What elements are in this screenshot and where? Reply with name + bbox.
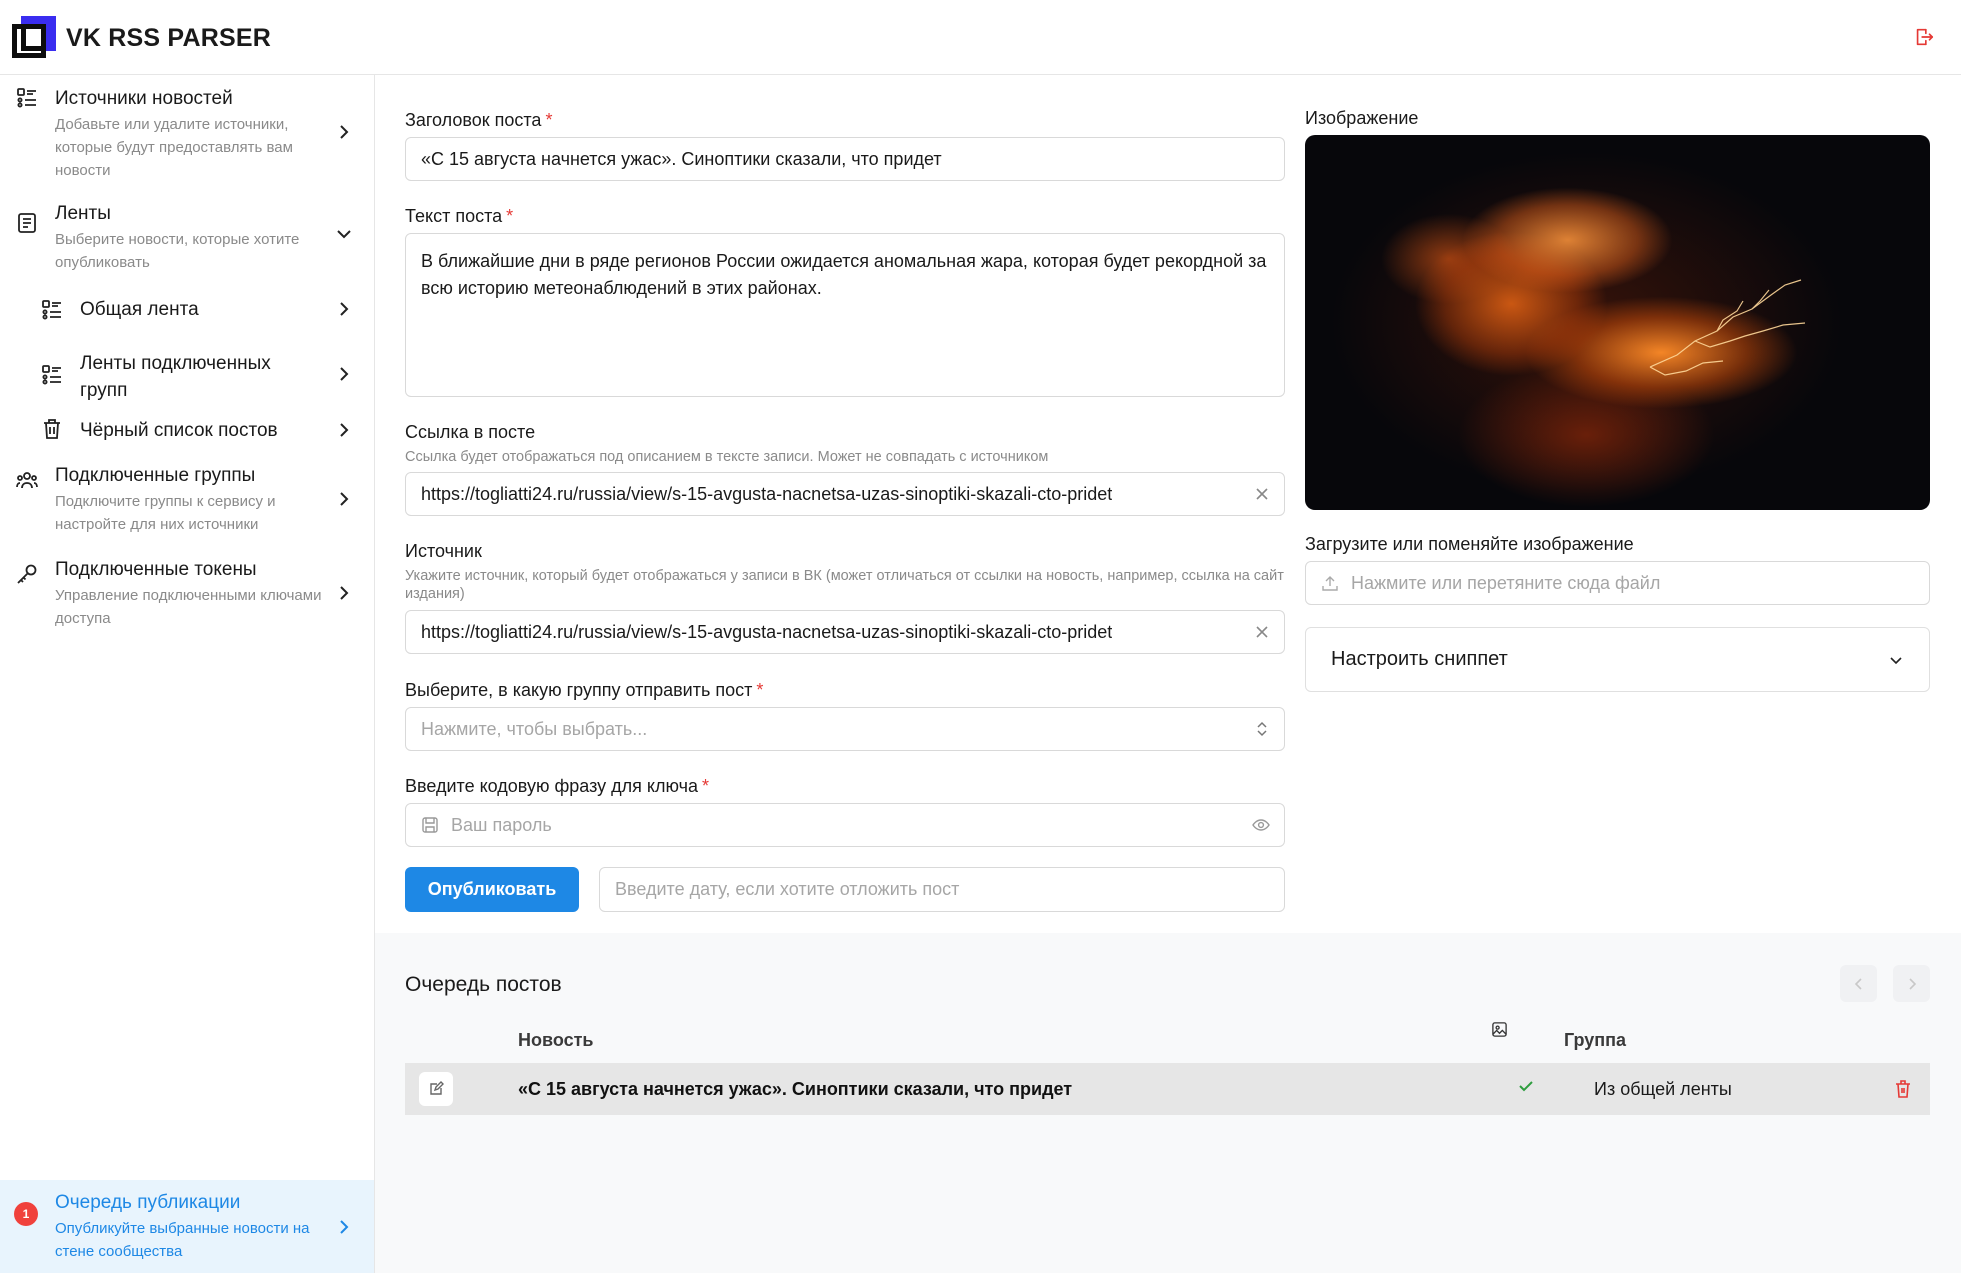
snippet-settings-accordion[interactable]: Настроить сниппет: [1305, 627, 1930, 692]
chevron-right-icon: [340, 125, 349, 139]
publish-button[interactable]: Опубликовать: [405, 867, 579, 912]
sidebar-item-desc: Управление подключенными ключами доступа: [55, 587, 322, 627]
sidebar-item-title: Подключенные токены: [55, 559, 257, 580]
link-input[interactable]: https://togliatti24.ru/russia/view/s-15-…: [405, 472, 1285, 516]
chevron-right-icon: [340, 302, 349, 316]
chevron-right-icon: [340, 367, 349, 381]
group-select[interactable]: Нажмите, чтобы выбрать...: [405, 707, 1285, 751]
trash-icon[interactable]: [1894, 1079, 1912, 1099]
sidebar-item-title: Ленты: [55, 203, 111, 224]
updown-chevron-icon: [1257, 721, 1267, 737]
post-title-label: Заголовок поста *: [405, 110, 553, 130]
chevron-right-icon: [340, 492, 349, 506]
source-hint: Укажите источник, который будет отобража…: [405, 568, 1284, 602]
upload-label: Загрузите или поменяйте изображение: [1305, 534, 1634, 554]
chevron-down-icon: [337, 230, 351, 239]
sidebar-item-feeds[interactable]: Ленты Выберите новости, которые хотите о…: [0, 203, 374, 273]
sidebar-item-sources[interactable]: Источники новостей Добавьте или удалите …: [0, 85, 374, 191]
source-input[interactable]: https://togliatti24.ru/russia/view/s-15-…: [405, 610, 1285, 654]
sidebar-item-title: Ленты подключенных групп: [80, 353, 271, 401]
sidebar-item-title: Чёрный список постов: [80, 420, 278, 441]
schedule-date-input[interactable]: Введите дату, если хотите отложить пост: [599, 867, 1285, 912]
row-group: Из общей ленты: [1594, 1079, 1732, 1099]
check-icon: [1519, 1081, 1533, 1092]
feed-icon: [18, 213, 36, 233]
sidebar-item-tokens[interactable]: Подключенные токены Управление подключен…: [0, 559, 374, 631]
sidebar-item-blacklist[interactable]: Чёрный список постов: [0, 409, 374, 453]
image-label: Изображение: [1305, 108, 1419, 128]
sidebar-item-desc: Подключите группы к сервису и настройте …: [55, 493, 276, 533]
main-content: Заголовок поста * «С 15 августа начнется …: [375, 75, 1961, 1273]
upload-icon: [1322, 576, 1338, 591]
passphrase-input[interactable]: Ваш пароль: [405, 803, 1285, 847]
clear-icon[interactable]: [1254, 624, 1270, 640]
list-icon: [42, 365, 61, 385]
save-icon: [422, 817, 438, 833]
next-page-button[interactable]: [1893, 965, 1930, 1002]
edit-button[interactable]: [419, 1072, 453, 1106]
logout-icon[interactable]: [1913, 26, 1935, 48]
key-icon: [17, 564, 37, 584]
sidebar-item-publish-queue[interactable]: 1 Очередь публикации Опубликуйте выбранн…: [0, 1180, 374, 1273]
chevron-right-icon: [340, 586, 349, 600]
top-bar: VK RSS PARSER: [0, 0, 1961, 75]
chevron-down-icon: [1890, 657, 1902, 665]
passphrase-label: Введите кодовую фразу для ключа *: [405, 776, 709, 796]
file-upload-dropzone[interactable]: Нажмите или перетяните сюда файл: [1305, 561, 1930, 605]
prev-page-button[interactable]: [1840, 965, 1877, 1002]
list-icon: [17, 88, 36, 108]
source-label: Источник: [405, 541, 482, 561]
edit-icon: [430, 1081, 444, 1095]
link-label: Ссылка в посте: [405, 422, 536, 442]
sidebar-item-title: Подключенные группы: [55, 465, 256, 486]
table-row: «С 15 августа начнется ужас». Синоптики …: [405, 1063, 1930, 1115]
snippet-settings-label: Настроить сниппет: [1331, 648, 1508, 670]
sidebar-item-desc: Выберите новости, которые хотите опублик…: [55, 231, 300, 271]
posts-queue-section: Очередь постов Новость Группа «С 15 авгу…: [375, 933, 1961, 1273]
sidebar-item-title: Очередь публикации: [55, 1192, 241, 1213]
sidebar-item-desc: Опубликуйте выбранные новости на стене с…: [55, 1220, 310, 1260]
sidebar-item-title: Общая лента: [80, 299, 199, 320]
chevron-left-icon: [1854, 977, 1862, 990]
post-text-textarea[interactable]: В ближайшие дни в ряде регионов России о…: [405, 233, 1285, 397]
sidebar-item-group-feeds[interactable]: Ленты подключенных групп: [0, 340, 374, 410]
trash-icon: [44, 419, 60, 439]
users-icon: [16, 472, 38, 489]
sidebar-item-general-feed[interactable]: Общая лента: [0, 287, 374, 331]
link-hint: Ссылка будет отображаться под описанием …: [405, 449, 1049, 465]
column-header-group: Группа: [1564, 1030, 1627, 1050]
sidebar: Источники новостей Добавьте или удалите …: [0, 75, 375, 1273]
chevron-right-icon: [1908, 977, 1916, 990]
chevron-right-icon: [340, 423, 349, 437]
lightning-image: [1649, 279, 1806, 376]
chevron-right-icon: [340, 1220, 349, 1234]
row-news-title: «С 15 августа начнется ужас». Синоптики …: [518, 1079, 1073, 1099]
post-title-input[interactable]: «С 15 августа начнется ужас». Синоптики …: [405, 137, 1285, 181]
app-logo: [12, 16, 56, 58]
eye-icon[interactable]: [1252, 816, 1270, 834]
queue-title: Очередь постов: [405, 973, 562, 996]
post-image: [1305, 135, 1930, 510]
list-icon: [42, 300, 61, 320]
sidebar-item-title: Источники новостей: [55, 88, 233, 109]
queue-count-badge: 1: [14, 1202, 38, 1226]
post-text-label: Текст поста *: [405, 206, 514, 226]
image-icon: [1492, 1022, 1507, 1037]
clear-icon[interactable]: [1254, 486, 1270, 502]
sidebar-item-connected-groups[interactable]: Подключенные группы Подключите группы к …: [0, 465, 374, 537]
column-header-news: Новость: [518, 1030, 594, 1050]
sidebar-item-desc: Добавьте или удалите источники, которые …: [55, 116, 293, 179]
group-select-label: Выберите, в какую группу отправить пост *: [405, 680, 764, 700]
app-title: VK RSS PARSER: [66, 24, 271, 52]
